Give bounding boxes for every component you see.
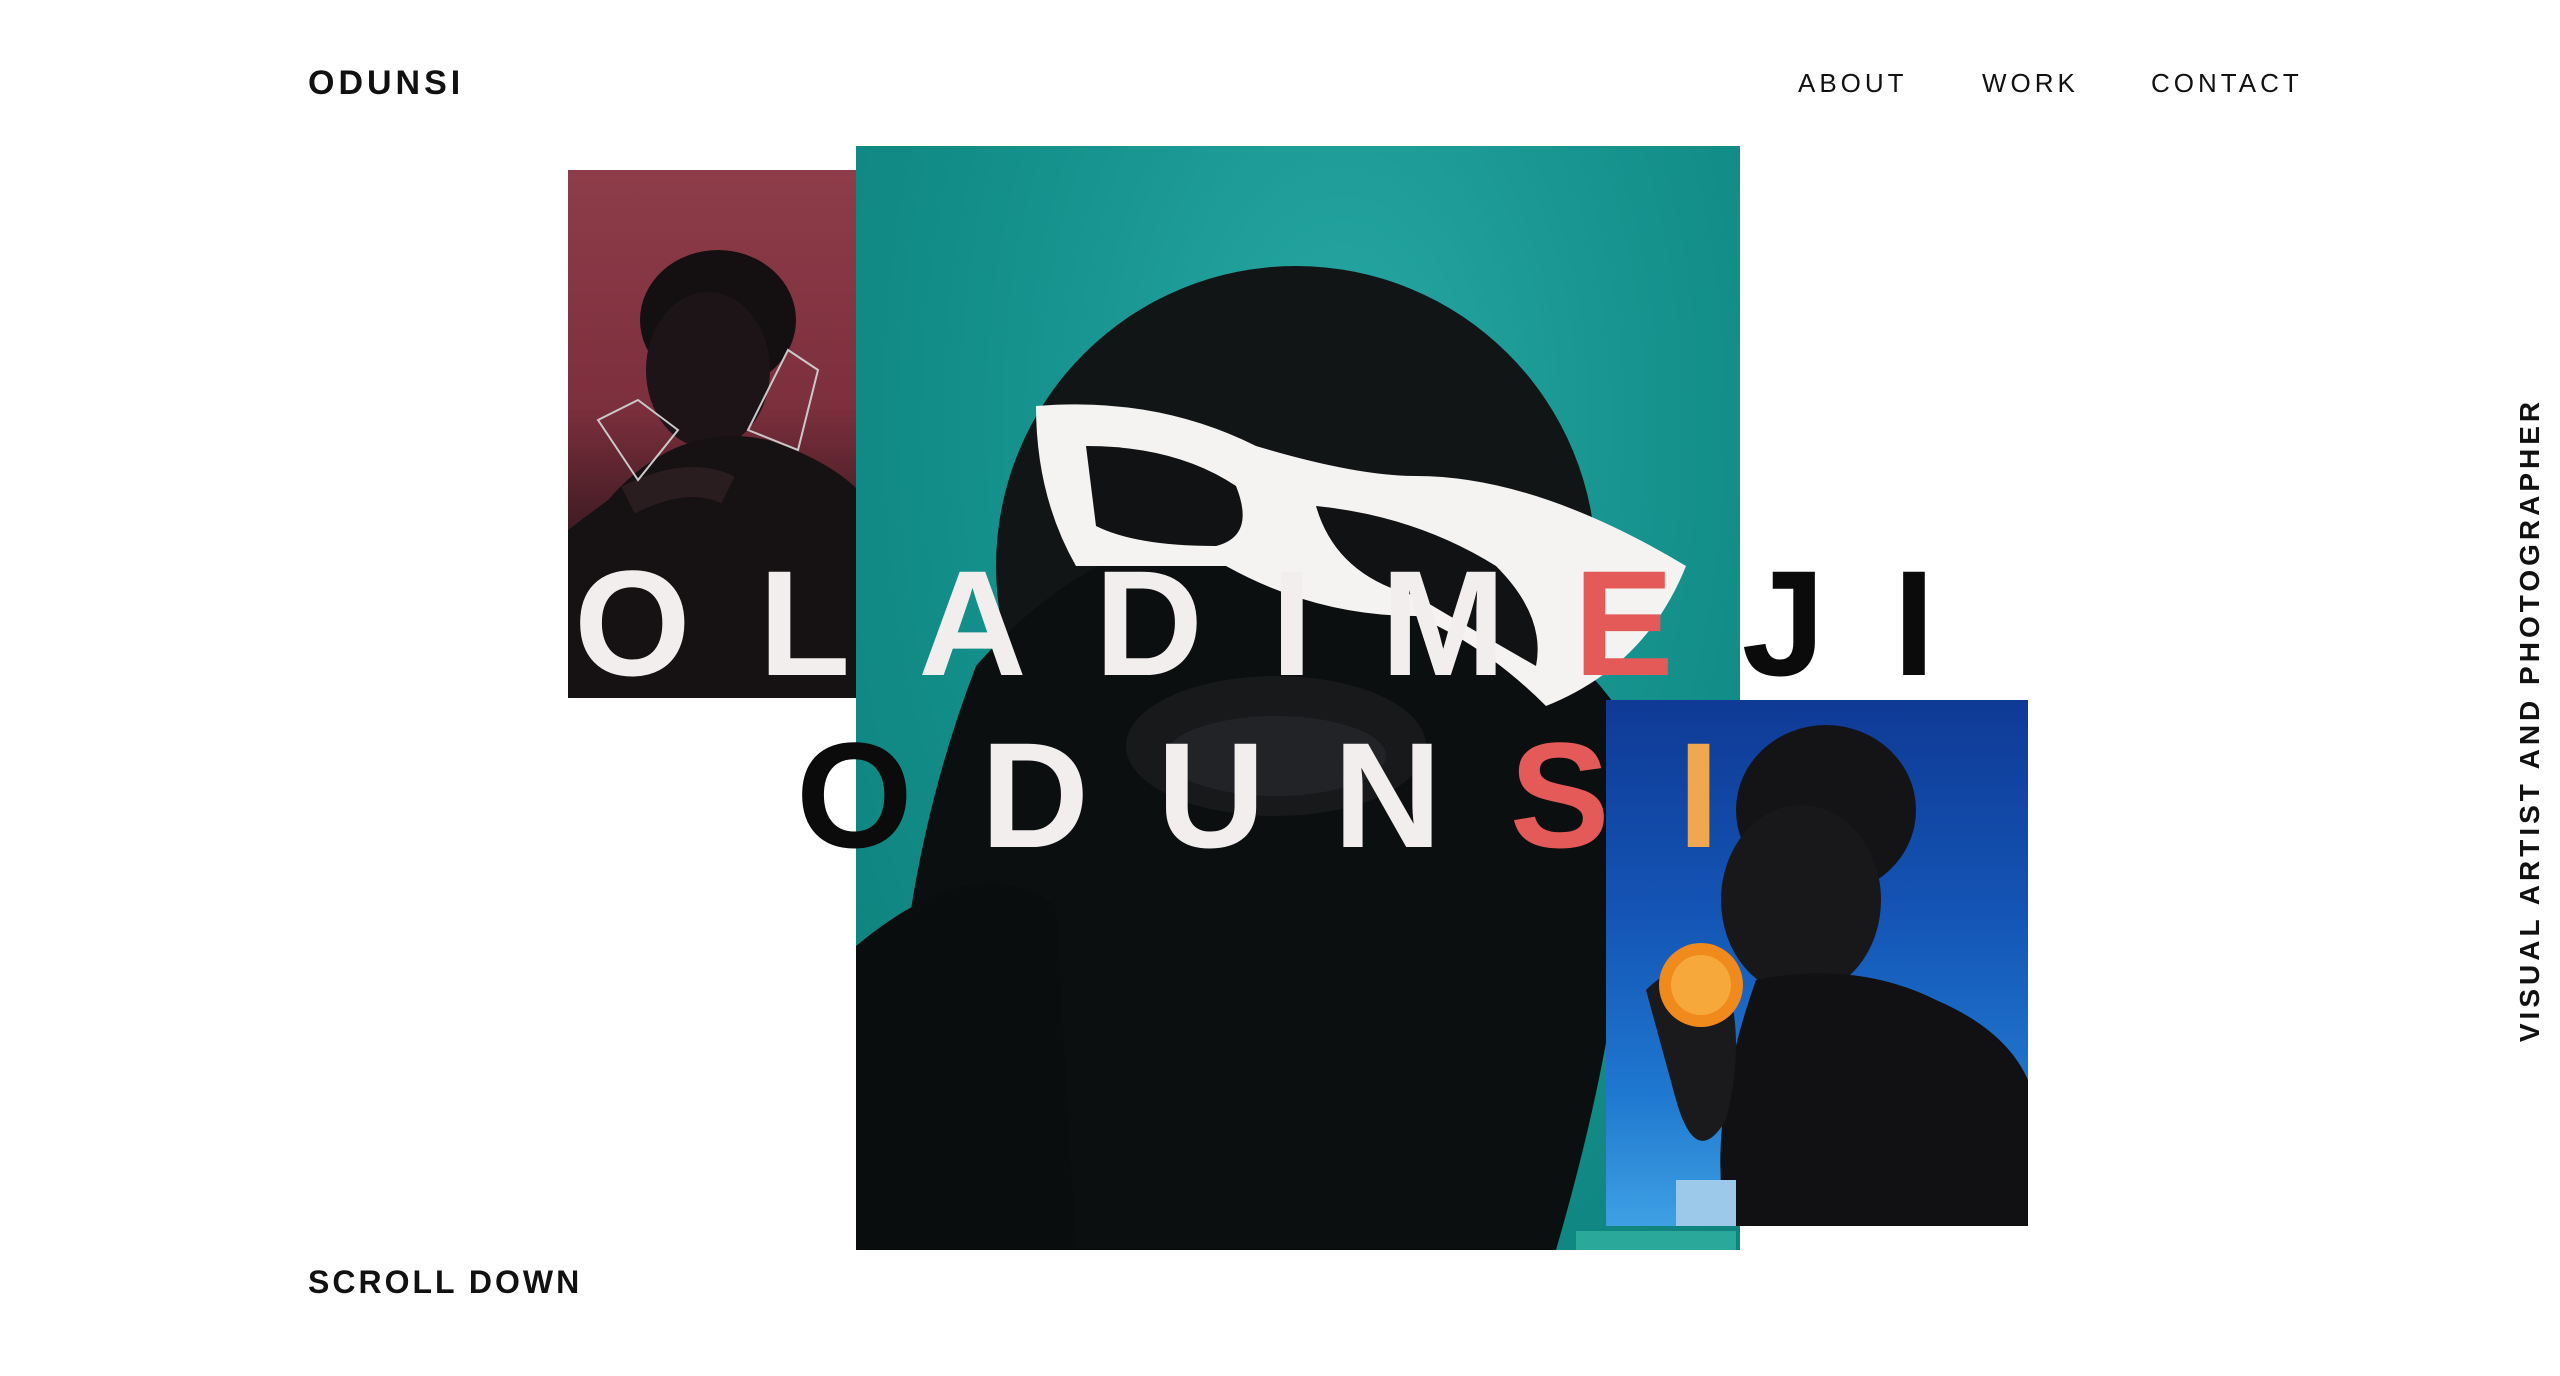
title-letter: I [1270, 539, 1381, 707]
nav-contact-link[interactable]: CONTACT [2151, 68, 2303, 99]
title-letter: D [1094, 539, 1271, 707]
hero-title-first-name: OLADIMEJI [574, 548, 2003, 698]
title-letter: O [796, 711, 981, 879]
title-letter: L [758, 539, 919, 707]
site-logo[interactable]: ODUNSI [308, 64, 464, 103]
tagline-vertical: VISUAL ARTIST AND PHOTOGRAPHER [2514, 397, 2545, 1043]
title-letter: U [1157, 711, 1334, 879]
nav-work-link[interactable]: WORK [1982, 68, 2079, 99]
nav-about-link[interactable]: ABOUT [1798, 68, 1908, 99]
title-letter: D [980, 711, 1158, 879]
title-letter: I [1893, 539, 2003, 707]
title-letter: S [1509, 711, 1678, 879]
title-letter: N [1333, 711, 1510, 879]
title-letter: E [1573, 539, 1742, 707]
title-letter: O [574, 539, 759, 707]
title-letter: M [1380, 539, 1574, 707]
title-letter: I [1677, 711, 1788, 879]
hero-title-last-name: ODUNSI [796, 720, 1787, 870]
page: ODUNSI ABOUT WORK CONTACT OLADIMEJI ODUN… [0, 0, 2560, 1376]
scroll-down-link[interactable]: SCROLL DOWN [308, 1264, 582, 1301]
title-letter: A [918, 539, 1095, 707]
title-letter: J [1741, 539, 1894, 707]
